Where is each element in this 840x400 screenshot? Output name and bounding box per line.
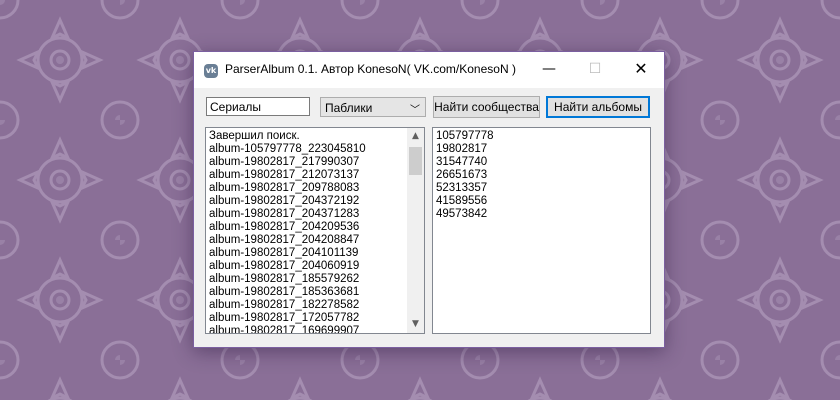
albums-log-list[interactable]: Завершил поиск. album-105797778_223045810… [205, 127, 425, 334]
scrollbar-thumb[interactable] [409, 147, 422, 175]
list-item[interactable]: album-19802817_172057782 [209, 312, 366, 325]
category-select-value: Паблики [325, 101, 373, 115]
list-item[interactable]: album-19802817_204060919 [209, 260, 366, 273]
list-item[interactable]: album-19802817_204208847 [209, 234, 366, 247]
chevron-down-icon: ﹀ [410, 105, 420, 116]
list-item[interactable]: 52313357 [436, 182, 494, 195]
list-item[interactable]: album-105797778_223045810 [209, 143, 366, 156]
find-albums-button[interactable]: Найти альбомы [546, 96, 650, 118]
list-item[interactable]: album-19802817_209788083 [209, 182, 366, 195]
list-item[interactable]: 31547740 [436, 156, 494, 169]
list-item[interactable]: album-19802817_204371283 [209, 208, 366, 221]
category-select[interactable]: Паблики ﹀ [320, 97, 426, 117]
list-item[interactable]: Завершил поиск. [209, 130, 366, 143]
close-button[interactable]: ✕ [618, 52, 664, 86]
community-ids-list[interactable]: 105797778 19802817 31547740 26651673 5231335… [432, 127, 651, 334]
vertical-scrollbar[interactable]: ▲ ▼ [407, 128, 424, 333]
list-item[interactable]: 105797778 [436, 130, 494, 143]
maximize-button[interactable]: ☐ [572, 52, 618, 86]
list-item[interactable]: album-19802817_204372192 [209, 195, 366, 208]
list-item[interactable]: album-19802817_182278582 [209, 299, 366, 312]
list-item[interactable]: 26651673 [436, 169, 494, 182]
list-item[interactable]: album-19802817_204101139 [209, 247, 366, 260]
search-input[interactable]: Сериалы [206, 97, 310, 116]
app-window: vk ParserAlbum 0.1. Автор KonesoN( VK.co… [193, 51, 665, 348]
list-item[interactable]: 41589556 [436, 195, 494, 208]
minimize-button[interactable]: — [526, 52, 572, 86]
scroll-down-icon[interactable]: ▼ [407, 316, 424, 333]
list-item[interactable]: album-19802817_185363681 [209, 286, 366, 299]
list-item[interactable]: album-19802817_169699907 [209, 325, 366, 333]
list-item[interactable]: 49573842 [436, 208, 494, 221]
list-item[interactable]: album-19802817_217990307 [209, 156, 366, 169]
vk-logo-icon: vk [204, 64, 218, 78]
list-item[interactable]: album-19802817_212073137 [209, 169, 366, 182]
find-communities-button[interactable]: Найти сообщества [433, 96, 540, 118]
title-bar[interactable]: vk ParserAlbum 0.1. Автор KonesoN( VK.co… [194, 52, 664, 88]
list-item[interactable]: 19802817 [436, 143, 494, 156]
list-item[interactable]: album-19802817_204209536 [209, 221, 366, 234]
window-title: ParserAlbum 0.1. Автор KonesoN( VK.com/K… [225, 62, 516, 76]
scroll-up-icon[interactable]: ▲ [407, 128, 424, 145]
list-item[interactable]: album-19802817_185579262 [209, 273, 366, 286]
